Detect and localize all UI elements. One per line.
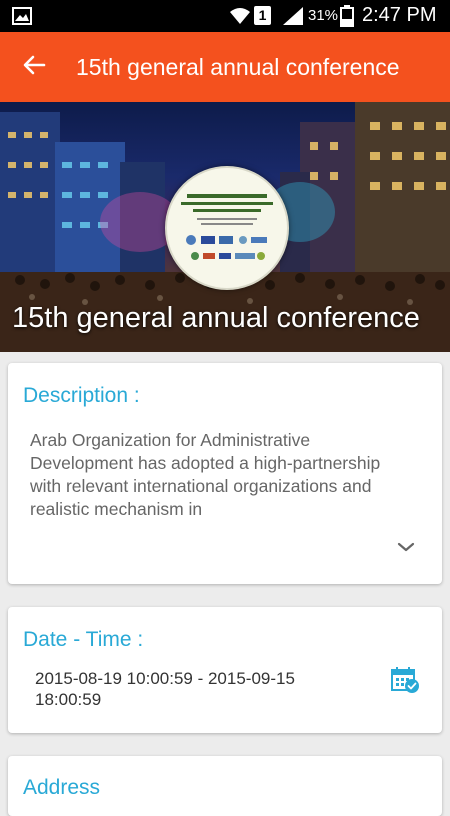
hero-title: 15th general annual conference — [12, 302, 420, 334]
description-heading: Description : — [23, 384, 140, 407]
date-time-value: 2015-08-19 10:00:59 - 2015-09-15 18:00:5… — [35, 669, 295, 709]
battery-icon — [340, 5, 354, 32]
date-time-card: Date - Time : 2015-08-19 10:00:59 - 2015… — [8, 607, 442, 733]
signal-icon — [282, 6, 304, 31]
chevron-down-icon — [397, 540, 415, 558]
calendar-check-icon — [390, 666, 420, 699]
date-time-heading: Date - Time : — [23, 628, 144, 651]
description-card: Description : Arab Organization for Admi… — [8, 363, 442, 584]
battery-percent: 31% — [308, 7, 339, 24]
add-to-calendar-button[interactable] — [388, 665, 422, 699]
hero-banner: 15th general annual conference — [0, 102, 450, 352]
gallery-icon — [12, 7, 32, 30]
app-bar: 15th general annual conference — [0, 32, 450, 102]
expand-description-button[interactable] — [392, 537, 420, 561]
wifi-icon — [228, 6, 252, 31]
description-text: Arab Organization for Administrative Dev… — [30, 430, 381, 519]
sim-slot-badge: 1 — [254, 6, 271, 25]
address-heading: Address — [23, 776, 101, 799]
status-bar: 1 31% 2:47 PM — [0, 0, 450, 32]
conference-logo — [165, 166, 289, 290]
back-button[interactable] — [14, 47, 54, 87]
status-clock: 2:47 PM — [362, 4, 437, 26]
address-card: Address — [8, 756, 442, 816]
arrow-left-icon — [22, 54, 46, 81]
page-title: 15th general annual conference — [76, 54, 400, 80]
